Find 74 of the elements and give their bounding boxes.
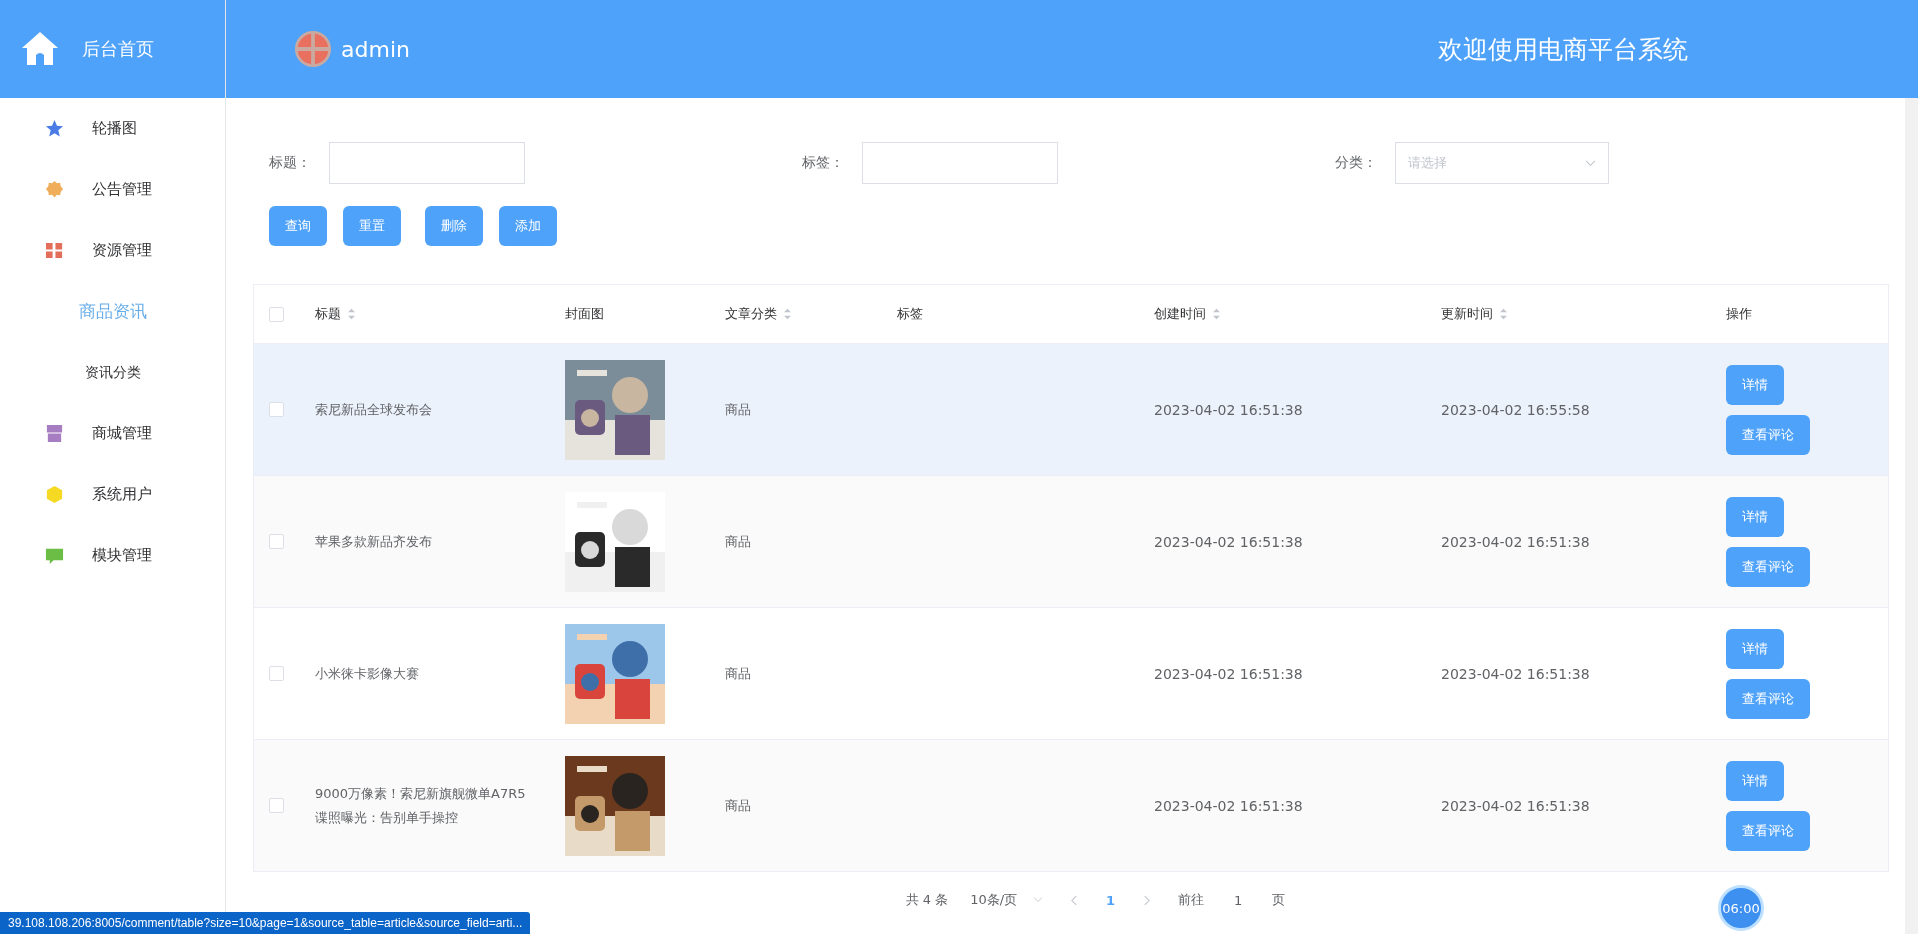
table-cell: 商品 <box>725 664 751 683</box>
previous-page-icon[interactable] <box>1071 894 1079 906</box>
table-cell: 商品 <box>725 796 751 815</box>
action-button[interactable]: 删除 <box>425 206 483 246</box>
menu-item[interactable]: 系统用户 <box>0 464 225 525</box>
table-cell: 2023-04-02 16:51:38 <box>1154 401 1303 418</box>
chevron-down-icon <box>1585 159 1596 167</box>
action-button[interactable]: 查看评论 <box>1726 810 1810 851</box>
table-cell: 2023-04-02 16:55:58 <box>1441 401 1590 418</box>
sort-icon[interactable] <box>1212 308 1221 320</box>
status-url: 39.108.108.206:8005/comment/table?size=10&page=1&source_table=article&source_field=arti... <box>0 912 531 934</box>
goto-suffix: 页 <box>1272 891 1286 909</box>
table-cell: 2023-04-02 16:51:38 <box>1441 533 1590 550</box>
filter-label: 标签： <box>802 154 845 172</box>
menu-item[interactable]: 轮播图 <box>0 98 225 159</box>
column-header[interactable]: 操作 <box>1726 305 1752 323</box>
sort-icon[interactable] <box>783 308 792 320</box>
input-field[interactable] <box>862 142 1058 184</box>
column-header[interactable]: 标题 <box>315 305 356 323</box>
menu-item[interactable]: 资源管理 <box>0 220 225 281</box>
checkbox[interactable] <box>269 666 284 681</box>
page-size-select[interactable]: 10条/页 <box>970 891 1044 909</box>
checkbox[interactable] <box>269 534 284 549</box>
next-page-icon[interactable] <box>1143 894 1151 906</box>
scrollbar[interactable] <box>1905 98 1918 934</box>
action-button[interactable]: 详情 <box>1726 364 1784 405</box>
checkbox[interactable] <box>269 798 284 813</box>
menu-item[interactable]: 公告管理 <box>0 159 225 220</box>
menu-item[interactable]: 模块管理 <box>0 525 225 586</box>
action-button[interactable]: 查看评论 <box>1726 546 1810 587</box>
table-cell-text: 小米徕卡影像大赛 <box>315 664 420 683</box>
table-cell: 2023-04-02 16:51:38 <box>1441 665 1590 682</box>
page-title: 欢迎使用电商平台系统 <box>1438 33 1688 66</box>
column-header[interactable]: 更新时间 <box>1441 305 1508 323</box>
total-count: 共 4 条 <box>905 891 949 909</box>
user-name: admin <box>341 36 410 62</box>
filter-label: 标题： <box>269 154 312 172</box>
column-header[interactable]: 标签 <box>897 305 923 323</box>
table-cell: 2023-04-02 16:51:38 <box>1441 797 1590 814</box>
home-link[interactable]: 后台首页 <box>82 37 154 61</box>
checkbox[interactable] <box>269 402 284 417</box>
action-button[interactable]: 重置 <box>343 206 401 246</box>
table-cell: 商品 <box>725 400 751 419</box>
table-cell: 2023-04-02 16:51:38 <box>1154 665 1303 682</box>
input-field[interactable] <box>329 142 525 184</box>
action-button[interactable]: 查询 <box>269 206 327 246</box>
goto-page-field[interactable]: 1 <box>1226 892 1251 908</box>
table-cell: 2023-04-02 16:51:38 <box>1154 797 1303 814</box>
filter-label: 分类： <box>1335 154 1378 172</box>
table-cell-text: 索尼新品全球发布会 <box>315 400 433 419</box>
table-cell-text: 苹果多款新品齐发布 <box>315 532 433 551</box>
column-header[interactable]: 文章分类 <box>725 305 792 323</box>
action-button[interactable]: 详情 <box>1726 760 1784 801</box>
goto-label: 前往 <box>1178 891 1205 909</box>
checkbox[interactable] <box>269 306 284 322</box>
action-button[interactable]: 查看评论 <box>1726 414 1810 455</box>
table-cell-text: 9000万像素！索尼新旗舰微单A7R5谍照曝光：告别单手操控 <box>315 784 527 827</box>
action-button[interactable]: 添加 <box>499 206 557 246</box>
sort-icon[interactable] <box>1499 308 1508 320</box>
avatar-icon <box>294 30 332 68</box>
table-cell: 商品 <box>725 532 751 551</box>
submenu-item[interactable]: 商品资讯 <box>0 281 225 342</box>
menu-item[interactable]: 商城管理 <box>0 403 225 464</box>
column-header[interactable]: 封面图 <box>565 305 604 323</box>
column-header[interactable]: 创建时间 <box>1154 305 1221 323</box>
action-button[interactable]: 查看评论 <box>1726 678 1810 719</box>
chevron-down-icon <box>1033 897 1044 903</box>
submenu-item[interactable]: 资讯分类 <box>0 342 225 403</box>
category-select[interactable]: 请选择 <box>1395 142 1609 184</box>
action-button[interactable]: 详情 <box>1726 628 1784 669</box>
sort-icon[interactable] <box>347 308 356 320</box>
page-number[interactable]: 1 <box>1106 892 1116 908</box>
table-cell: 2023-04-02 16:51:38 <box>1154 533 1303 550</box>
action-button[interactable]: 详情 <box>1726 496 1784 537</box>
